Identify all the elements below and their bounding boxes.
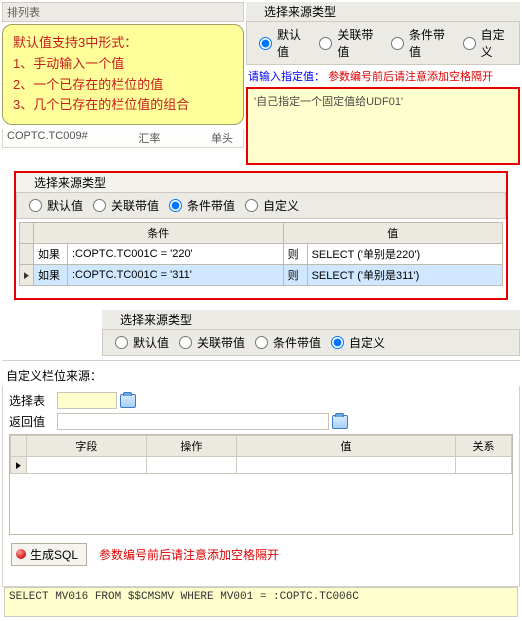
source-type-group-label: 选择来源类型 <box>16 173 506 192</box>
open-lookup-icon[interactable] <box>332 415 348 429</box>
radio-custom[interactable]: 自定义 <box>457 26 513 60</box>
radio-conditional[interactable]: 条件带值 <box>163 197 235 214</box>
cell-condition[interactable]: :COPTC.TC001C = '311' <box>68 265 284 286</box>
input-hint: 请输入指定值： 参数编号前后请注意添加空格隔开 <box>246 65 520 87</box>
return-value-row: 返回值 <box>9 413 513 430</box>
table-row[interactable]: 如果 :COPTC.TC001C = '311' 则 SELECT ('单别是3… <box>20 265 503 286</box>
cell-type: 单头 <box>211 130 233 146</box>
generate-sql-label: 生成SQL <box>30 546 78 563</box>
radio-default[interactable]: 默认值 <box>23 197 83 214</box>
list-row[interactable]: COPTC.TC009# 汇率 单头 <box>2 129 244 148</box>
cell-then: 则 <box>283 244 307 265</box>
sql-output[interactable]: SELECT MV016 FROM $$CMSMV WHERE MV001 = … <box>4 587 518 617</box>
callout-line: 2、一个已存在的栏位的值 <box>13 75 233 96</box>
hint-warning: 参数编号前后请注意添加空格隔开 <box>328 71 493 83</box>
radio-conditional[interactable]: 条件带值 <box>249 334 321 351</box>
radio-conditional[interactable]: 条件带值 <box>385 26 453 60</box>
return-value-input[interactable] <box>57 413 329 430</box>
row-indicator <box>20 244 34 265</box>
radio-custom[interactable]: 自定义 <box>239 197 299 214</box>
cell-operator[interactable] <box>146 457 236 474</box>
select-table-input[interactable] <box>57 392 117 409</box>
source-type-radio-group: 默认值 关联带值 条件带值 自定义 <box>16 192 506 219</box>
row-indicator-current <box>20 265 34 286</box>
col-value: 值 <box>283 223 502 244</box>
source-type-group-label: 选择来源类型 <box>246 2 520 21</box>
col-operator: 操作 <box>146 436 236 457</box>
hint-prefix: 请输入指定值： <box>248 71 325 83</box>
annotation-callout: 默认值支持3中形式： 1、手动输入一个值 2、一个已存在的栏位的值 3、几个已存… <box>2 24 244 125</box>
cell-value[interactable]: SELECT ('单别是220') <box>307 244 502 265</box>
custom-source-title: 自定义栏位来源： <box>2 360 520 386</box>
cell-relation[interactable] <box>456 457 512 474</box>
open-lookup-icon[interactable] <box>120 394 136 408</box>
select-table-row: 选择表 <box>9 392 513 409</box>
table-row[interactable] <box>11 457 512 474</box>
default-value-input[interactable]: '自己指定一个固定值给UDF01' <box>246 87 520 165</box>
radio-linked[interactable]: 关联带值 <box>313 26 381 60</box>
cell-desc: 汇率 <box>138 130 160 146</box>
source-type-group-label: 选择来源类型 <box>102 310 520 329</box>
hint-warning: 参数编号前后请注意添加空格隔开 <box>99 546 279 563</box>
cell-then: 则 <box>283 265 307 286</box>
radio-default[interactable]: 默认值 <box>109 334 169 351</box>
source-type-radio-group: 默认值 关联带值 条件带值 自定义 <box>102 329 520 356</box>
return-value-label: 返回值 <box>9 413 57 430</box>
cell-if: 如果 <box>34 265 68 286</box>
generate-sql-button[interactable]: 生成SQL <box>11 543 87 566</box>
row-indicator-current <box>11 457 27 474</box>
radio-custom[interactable]: 自定义 <box>325 334 385 351</box>
row-indicator-header <box>20 223 34 244</box>
table-row[interactable]: 如果 :COPTC.TC001C = '220' 则 SELECT ('单别是2… <box>20 244 503 265</box>
cell-condition[interactable]: :COPTC.TC001C = '220' <box>68 244 284 265</box>
cell-value[interactable]: SELECT ('单别是311') <box>307 265 502 286</box>
radio-linked[interactable]: 关联带值 <box>173 334 245 351</box>
cell-field[interactable] <box>26 457 146 474</box>
col-field: 字段 <box>26 436 146 457</box>
col-relation: 关系 <box>456 436 512 457</box>
callout-line: 3、几个已存在的栏位值的组合 <box>13 95 233 116</box>
criteria-grid[interactable]: 字段 操作 值 关系 <box>9 434 513 535</box>
radio-default[interactable]: 默认值 <box>253 26 309 60</box>
radio-linked[interactable]: 关联带值 <box>87 197 159 214</box>
callout-line: 1、手动输入一个值 <box>13 54 233 75</box>
left-panel-header: 排列表 <box>2 2 244 22</box>
source-type-radio-group: 默认值 关联带值 条件带值 自定义 <box>246 21 520 65</box>
cell-value[interactable] <box>236 457 455 474</box>
cell-if: 如果 <box>34 244 68 265</box>
col-condition: 条件 <box>34 223 284 244</box>
condition-table[interactable]: 条件 值 如果 :COPTC.TC001C = '220' 则 SELECT (… <box>19 222 503 286</box>
row-indicator-header <box>11 436 27 457</box>
select-table-label: 选择表 <box>9 392 57 409</box>
col-value: 值 <box>236 436 455 457</box>
cell-field: COPTC.TC009# <box>7 130 88 146</box>
callout-line: 默认值支持3中形式： <box>13 33 233 54</box>
